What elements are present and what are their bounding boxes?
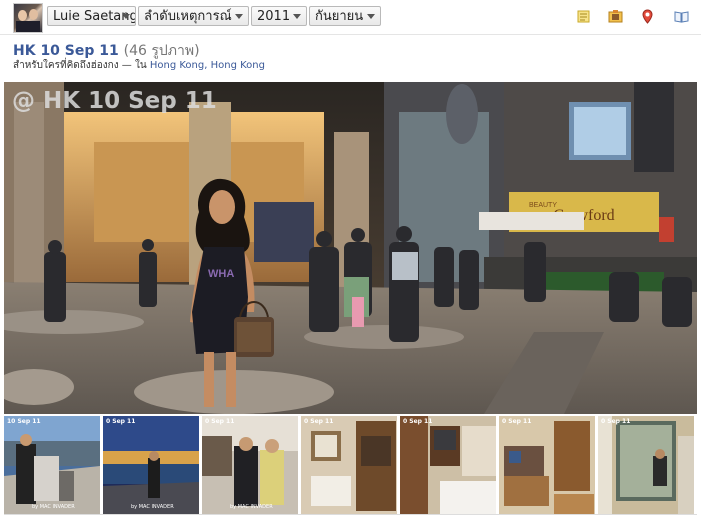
note-icon[interactable] [576, 9, 591, 24]
thumbnail-strip: 10 Sep 11 by MAC INVADER 0 Sep 11 by MAC… [4, 416, 697, 514]
map-pin-icon[interactable] [640, 9, 655, 24]
profile-name-dropdown[interactable]: Luie Saetang [47, 6, 136, 26]
photo-watermark: @ HK 10 Sep 11 [12, 88, 217, 114]
sort-order-label: ลำดับเหตุการณ์ [144, 9, 232, 24]
year-label: 2011 [257, 9, 291, 24]
thumbnail-signature: by MAC INVADER [230, 504, 273, 510]
thumbnail-caption: 0 Sep 11 [403, 418, 433, 425]
thumbnail-caption: 0 Sep 11 [106, 418, 136, 425]
year-dropdown[interactable]: 2011 [251, 6, 307, 26]
thumbnail-2[interactable]: 0 Sep 11 by MAC INVADER [103, 416, 199, 514]
svg-text:WHA: WHA [208, 268, 234, 280]
thumbnail-3[interactable]: 0 Sep 11 by MAC INVADER [202, 416, 298, 514]
profile-avatar[interactable] [13, 3, 43, 33]
main-photo-image: Crawford BEAUTY [4, 82, 697, 414]
thumbnail-caption: 10 Sep 11 [7, 418, 41, 425]
album-description: สำหรับใครที่คิดถึงฮ่องกง — ใน Hong Kong,… [13, 58, 265, 73]
thumbnail-caption: 0 Sep 11 [304, 418, 334, 425]
main-photo[interactable]: Crawford BEAUTY [4, 82, 697, 414]
album-title-text[interactable]: HK 10 Sep 11 [13, 43, 119, 59]
chevron-down-icon [235, 14, 243, 19]
thumbnail-1[interactable]: 10 Sep 11 by MAC INVADER [4, 416, 100, 514]
album-location-link[interactable]: Hong Kong, Hong Kong [150, 60, 265, 71]
chevron-down-icon [367, 14, 375, 19]
thumbnail-6[interactable]: 0 Sep 11 [499, 416, 595, 514]
book-icon[interactable] [674, 9, 689, 24]
thumbnail-7[interactable]: 0 Sep 11 [598, 416, 694, 514]
chevron-down-icon [293, 14, 301, 19]
month-label: กันยายน [315, 9, 364, 24]
thumbnail-caption: 0 Sep 11 [502, 418, 532, 425]
timeline-nav-bar: Luie Saetang ลำดับเหตุการณ์ 2011 กันยายน [0, 0, 701, 35]
thumbnail-caption: 0 Sep 11 [205, 418, 235, 425]
album-audience-text: สำหรับใครที่คิดถึงฮ่องกง — ใน [13, 60, 150, 71]
photo-album-icon[interactable] [608, 9, 623, 24]
shop-sign-small-text: BEAUTY [529, 202, 557, 209]
sort-order-dropdown[interactable]: ลำดับเหตุการณ์ [138, 6, 249, 26]
thumbnail-4[interactable]: 0 Sep 11 [301, 416, 397, 514]
thumbnail-5[interactable]: 0 Sep 11 [400, 416, 496, 514]
chevron-down-icon [122, 14, 130, 19]
thumbnail-signature: by MAC INVADER [32, 504, 75, 510]
month-dropdown[interactable]: กันยายน [309, 6, 381, 26]
thumbnail-signature: by MAC INVADER [131, 504, 174, 510]
thumbnail-caption: 0 Sep 11 [601, 418, 631, 425]
photo-count: (46 รูปภาพ) [123, 43, 200, 59]
